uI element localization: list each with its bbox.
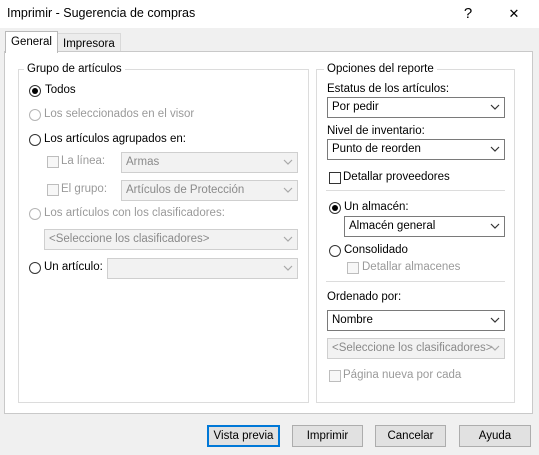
ordenado-por-select-value: Nombre	[332, 314, 373, 326]
agrupados-label[interactable]: Los artículos agrupados en:	[44, 133, 186, 145]
chevron-down-icon	[490, 316, 500, 324]
grupo-label: El grupo:	[61, 183, 108, 195]
chevron-down-icon	[283, 264, 293, 272]
estatus-select-value: Por pedir	[332, 101, 379, 113]
detallar-almacenes-label[interactable]: Detallar almacenes	[362, 261, 460, 273]
seleccionados-label[interactable]: Los seleccionados en el visor	[44, 108, 194, 120]
title-bar: Imprimir - Sugerencia de compras ? ✕	[0, 0, 539, 28]
close-icon[interactable]: ✕	[499, 3, 529, 25]
nivel-inventario-label: Nivel de inventario:	[327, 125, 425, 137]
consolidado-radio[interactable]	[329, 245, 341, 257]
opciones-reporte-legend: Opciones del reporte	[324, 63, 437, 75]
estatus-label: Estatus de los artículos:	[327, 83, 450, 95]
ordenado-por-label: Ordenado por:	[327, 291, 402, 303]
cancelar-button[interactable]: Cancelar	[375, 425, 446, 447]
detallar-proveedores-checkbox[interactable]	[329, 172, 341, 184]
todos-radio[interactable]	[29, 85, 41, 97]
ayuda-button[interactable]: Ayuda	[459, 425, 531, 447]
grupo-select[interactable]: Artículos de Protección	[121, 180, 298, 201]
detallar-proveedores-label[interactable]: Detallar proveedores	[343, 171, 450, 183]
linea-label: La línea:	[61, 155, 106, 167]
un-articulo-radio[interactable]	[29, 262, 41, 274]
nivel-inventario-select[interactable]: Punto de reorden	[327, 139, 505, 160]
chevron-down-icon	[490, 145, 500, 153]
grupo-articulos-legend: Grupo de artículos	[24, 63, 125, 75]
clasificadores-select[interactable]: <Seleccione los clasificadores>	[44, 229, 298, 250]
clasificadores-radio[interactable]	[29, 208, 41, 220]
chevron-down-icon	[283, 158, 293, 166]
clasificadores-label[interactable]: Los artículos con los clasificadores:	[44, 207, 225, 219]
separator	[326, 190, 505, 191]
window-title: Imprimir - Sugerencia de compras	[7, 6, 196, 20]
un-articulo-label[interactable]: Un artículo:	[44, 261, 103, 273]
seleccionados-radio[interactable]	[29, 109, 41, 121]
imprimir-button[interactable]: Imprimir	[292, 425, 363, 447]
grupo-select-value: Artículos de Protección	[126, 184, 245, 196]
detallar-almacenes-checkbox[interactable]	[347, 262, 359, 274]
linea-select-value: Armas	[126, 156, 160, 168]
chevron-down-icon	[283, 186, 293, 194]
clasificadores-select-value: <Seleccione los clasificadores>	[49, 233, 210, 245]
pagina-nueva-label[interactable]: Página nueva por cada	[343, 369, 461, 381]
chevron-down-icon	[490, 103, 500, 111]
chevron-down-icon	[283, 235, 293, 243]
un-almacen-label[interactable]: Un almacén:	[344, 201, 409, 213]
tab-general[interactable]: General	[5, 31, 58, 53]
vista-previa-button[interactable]: Vista previa	[207, 425, 280, 447]
separator	[326, 281, 505, 282]
nivel-inventario-select-value: Punto de reorden	[332, 143, 421, 155]
almacen-select-value: Almacén general	[349, 220, 436, 232]
ordenado-clasificadores-select[interactable]: <Seleccione los clasificadores>	[327, 338, 505, 359]
estatus-select[interactable]: Por pedir	[327, 97, 505, 118]
help-icon[interactable]: ?	[453, 3, 483, 25]
consolidado-label[interactable]: Consolidado	[344, 244, 408, 256]
grupo-checkbox[interactable]	[47, 184, 59, 196]
chevron-down-icon	[490, 344, 500, 352]
todos-label[interactable]: Todos	[45, 84, 76, 96]
ordenado-por-select[interactable]: Nombre	[327, 310, 505, 331]
ordenado-clasificadores-select-value: <Seleccione los clasificadores>	[332, 342, 493, 354]
agrupados-radio[interactable]	[29, 134, 41, 146]
almacen-select[interactable]: Almacén general	[344, 216, 505, 237]
linea-select[interactable]: Armas	[121, 152, 298, 173]
pagina-nueva-checkbox[interactable]	[329, 370, 341, 382]
chevron-down-icon	[490, 222, 500, 230]
un-almacen-radio[interactable]	[329, 202, 341, 214]
un-articulo-select[interactable]	[107, 258, 298, 279]
tab-impresora[interactable]: Impresora	[57, 33, 121, 53]
linea-checkbox[interactable]	[47, 156, 59, 168]
